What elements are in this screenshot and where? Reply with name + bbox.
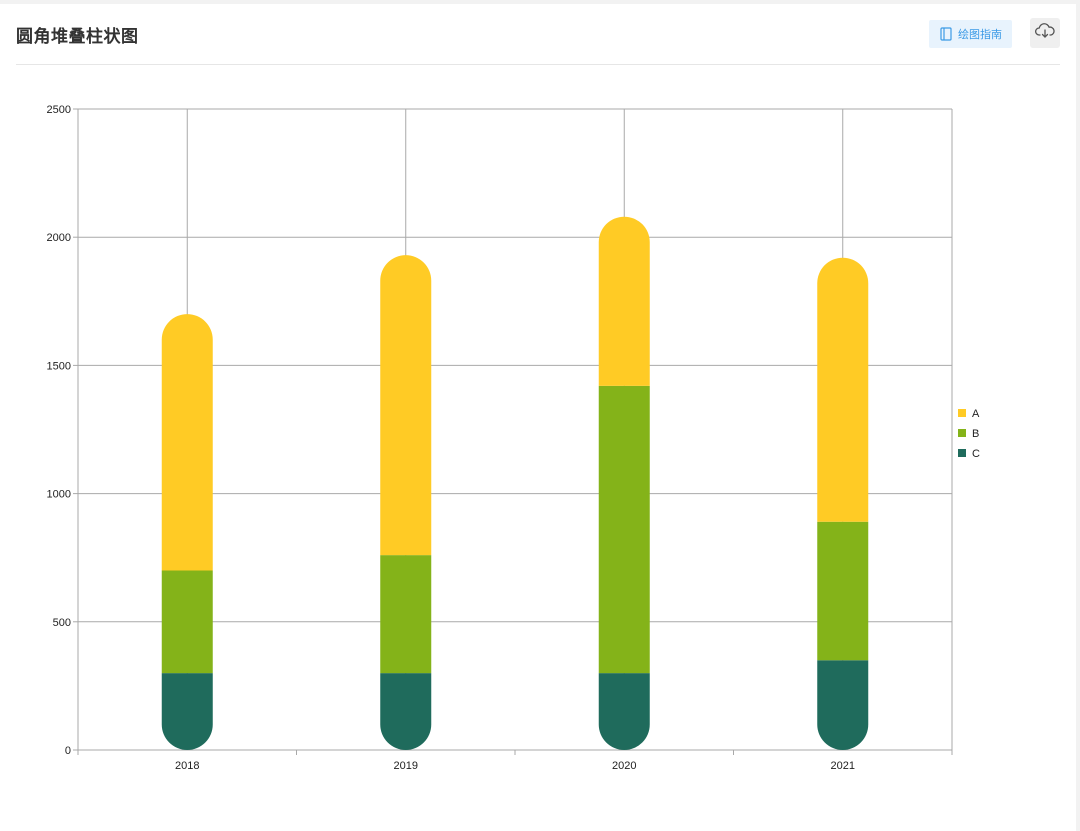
y-tick-label: 1000 (47, 489, 71, 501)
legend-swatch-c (958, 449, 966, 457)
legend-label-c: C (972, 448, 980, 460)
bar-segment-c (817, 660, 869, 751)
x-tick-label: 2020 (612, 760, 636, 772)
x-tick-label: 2019 (394, 760, 418, 772)
bar-segment-a (598, 216, 650, 386)
bar-segment-c (161, 673, 213, 751)
bar-segment-a (380, 255, 432, 556)
bar-segment-a (161, 314, 213, 571)
y-tick-label: 2000 (47, 232, 71, 244)
bar-segment-b (598, 385, 650, 674)
legend-label-b: B (972, 428, 979, 440)
x-tick-label: 2021 (831, 760, 855, 772)
bar-segment-c (598, 673, 650, 751)
bar-segment-c (380, 673, 432, 751)
legend-swatch-a (958, 409, 966, 417)
x-tick-label: 2018 (175, 760, 199, 772)
y-tick-label: 0 (65, 745, 71, 757)
legend-swatch-b (958, 429, 966, 437)
bar-segment-b (380, 555, 432, 674)
bar-segment-b (817, 521, 869, 661)
y-tick-label: 2500 (47, 104, 71, 116)
y-tick-label: 1500 (47, 360, 71, 372)
bar-segment-b (161, 570, 213, 674)
legend-label-a: A (972, 408, 980, 420)
y-tick-label: 500 (53, 617, 71, 629)
stacked-bar-chart: 0 500 1000 1500 2000 2500 2018 2019 2020 2021 ABC (47, 104, 980, 772)
bar-segment-a (817, 257, 869, 522)
